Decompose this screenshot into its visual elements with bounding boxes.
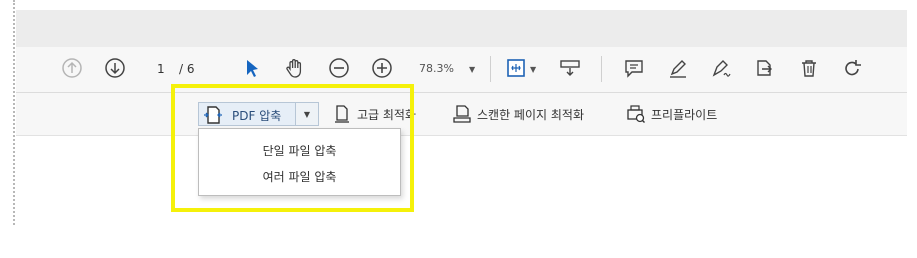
scroll-icon[interactable]	[558, 56, 582, 80]
page-total: / 6	[179, 62, 195, 76]
zoom-dropdown-caret-icon[interactable]: ▼	[469, 65, 475, 74]
fit-dropdown-caret-icon[interactable]: ▼	[530, 65, 536, 74]
scan-optimize-button[interactable]: 스캔한 페이지 최적화	[452, 101, 584, 127]
preflight-icon	[627, 105, 645, 123]
highlight-box	[171, 84, 414, 212]
trash-icon[interactable]	[797, 56, 821, 80]
toolbar-divider	[490, 56, 491, 82]
hand-icon[interactable]	[283, 56, 307, 80]
fit-page-icon[interactable]	[504, 56, 528, 80]
zoom-in-icon[interactable]	[370, 56, 394, 80]
arrow-up-circle-icon[interactable]	[60, 56, 84, 80]
zoom-value[interactable]: 78.3%	[419, 62, 454, 75]
share-icon[interactable]	[752, 56, 776, 80]
comment-icon[interactable]	[622, 56, 646, 80]
toolbar-divider	[601, 56, 602, 82]
sign-icon[interactable]	[709, 56, 733, 80]
pointer-icon[interactable]	[240, 56, 264, 80]
arrow-down-circle-icon[interactable]	[103, 56, 127, 80]
highlight-icon[interactable]	[666, 56, 690, 80]
scan-optimize-icon	[453, 105, 471, 123]
preflight-label: 프리플라이트	[651, 107, 718, 122]
page-left-border	[13, 0, 15, 225]
rotate-icon[interactable]	[840, 56, 864, 80]
scan-optimize-label: 스캔한 페이지 최적화	[477, 107, 584, 122]
tab-bar-area	[16, 10, 907, 47]
zoom-out-icon[interactable]	[327, 56, 351, 80]
preflight-button[interactable]: 프리플라이트	[626, 101, 717, 127]
page-number-input[interactable]: 1	[157, 62, 165, 76]
